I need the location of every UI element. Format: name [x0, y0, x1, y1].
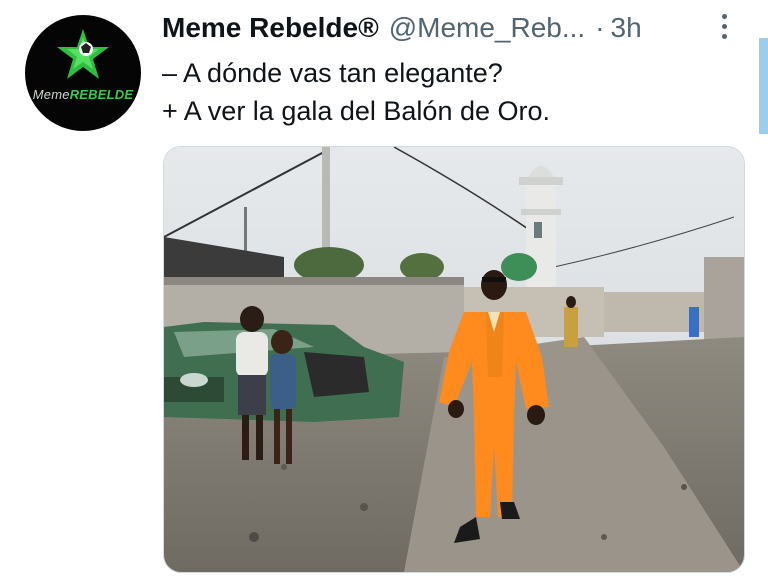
tweet-line: + A ver la gala del Balón de Oro.	[162, 96, 551, 126]
timestamp[interactable]: 3h	[611, 12, 642, 44]
scroll-indicator[interactable]	[759, 38, 768, 134]
avatar-text-rebelde: REBELDE	[69, 87, 134, 102]
separator-dot: ·	[595, 12, 605, 43]
more-vertical-icon[interactable]	[718, 14, 732, 42]
display-name[interactable]: Meme Rebelde®	[162, 12, 379, 44]
avatar[interactable]: MemeREBELDE	[25, 15, 141, 131]
avatar-text-meme: Meme	[32, 87, 70, 102]
photo-image	[164, 147, 744, 572]
tweet-line: – A dónde vas tan elegante?	[162, 58, 503, 88]
tweet-photo[interactable]	[163, 146, 745, 573]
user-handle[interactable]: @Meme_Reb...	[389, 12, 586, 44]
avatar-logo-text: MemeREBELDE	[25, 87, 141, 102]
star-ball-icon	[57, 29, 109, 79]
tweet-text: – A dónde vas tan elegante? + A ver la g…	[162, 54, 742, 130]
tweet-header: Meme Rebelde® @Meme_Reb... · 3h	[162, 8, 752, 48]
